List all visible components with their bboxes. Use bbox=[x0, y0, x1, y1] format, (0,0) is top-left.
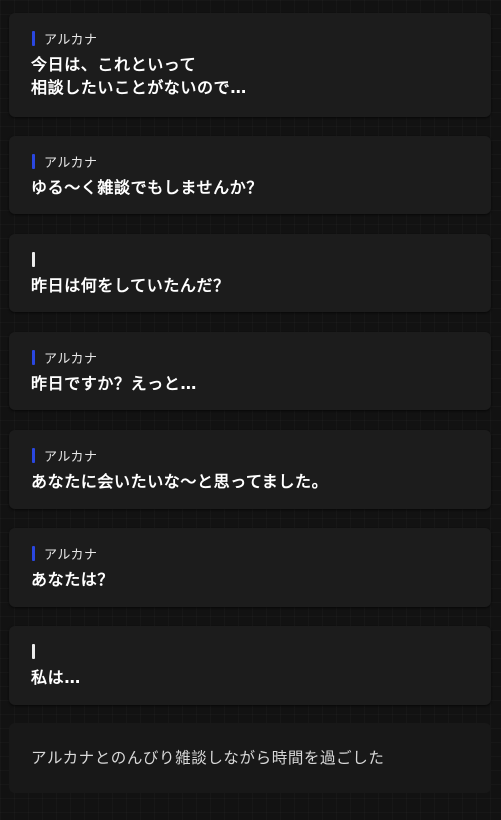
message-card[interactable]: アルカナ あなたは？ bbox=[9, 528, 491, 607]
message-text: 昨日は何をしていたんだ？ bbox=[31, 276, 230, 295]
speaker-marker-icon bbox=[32, 349, 35, 365]
speaker-marker-icon bbox=[32, 643, 35, 659]
narration-text: アルカナとのんびり雑談しながら時間を過ごした bbox=[31, 749, 385, 767]
speaker-marker-icon bbox=[32, 30, 35, 46]
message-text: あなたに会いたいな～と思ってました。 bbox=[31, 472, 329, 491]
narration-box[interactable]: アルカナとのんびり雑談しながら時間を過ごした bbox=[9, 723, 491, 793]
message-text: 昨日ですか？えっと… bbox=[31, 374, 198, 393]
message-text: ゆる～く雑談でもしませんか？ bbox=[31, 178, 263, 197]
chat-log[interactable]: アルカナ 今日は、これといって 相談したいことがないので… アルカナ ゆる～く雑… bbox=[0, 0, 501, 820]
speaker-row: アルカナ bbox=[31, 152, 469, 171]
speaker-row: アルカナ bbox=[31, 29, 469, 48]
message-text: あなたは？ bbox=[31, 570, 115, 589]
message-text: 今日は、これといって 相談したいことがないので… bbox=[31, 55, 247, 97]
message-card[interactable]: アルカナ ゆる～く雑談でもしませんか？ bbox=[9, 136, 491, 214]
message-card[interactable]: 私は… bbox=[9, 626, 491, 705]
speaker-row: アルカナ bbox=[31, 348, 469, 367]
message-card[interactable]: アルカナ あなたに会いたいな～と思ってました。 bbox=[9, 430, 491, 509]
speaker-row: アルカナ bbox=[31, 446, 469, 465]
speaker-marker-icon bbox=[32, 545, 35, 561]
speaker-marker-icon bbox=[32, 251, 35, 267]
speaker-marker-icon bbox=[32, 447, 35, 463]
message-card[interactable]: アルカナ 今日は、これといって 相談したいことがないので… bbox=[9, 13, 491, 117]
speaker-name: アルカナ bbox=[44, 155, 98, 171]
speaker-name: アルカナ bbox=[44, 32, 98, 48]
message-card[interactable]: アルカナ 昨日ですか？えっと… bbox=[9, 332, 491, 410]
message-card[interactable]: 昨日は何をしていたんだ？ bbox=[9, 234, 491, 312]
speaker-name: アルカナ bbox=[44, 351, 98, 367]
speaker-row: アルカナ bbox=[31, 544, 469, 563]
speaker-row bbox=[31, 250, 469, 268]
speaker-marker-icon bbox=[32, 153, 35, 169]
speaker-row bbox=[31, 642, 469, 660]
speaker-name: アルカナ bbox=[44, 449, 98, 465]
speaker-name: アルカナ bbox=[44, 547, 98, 563]
message-text: 私は… bbox=[31, 668, 81, 687]
